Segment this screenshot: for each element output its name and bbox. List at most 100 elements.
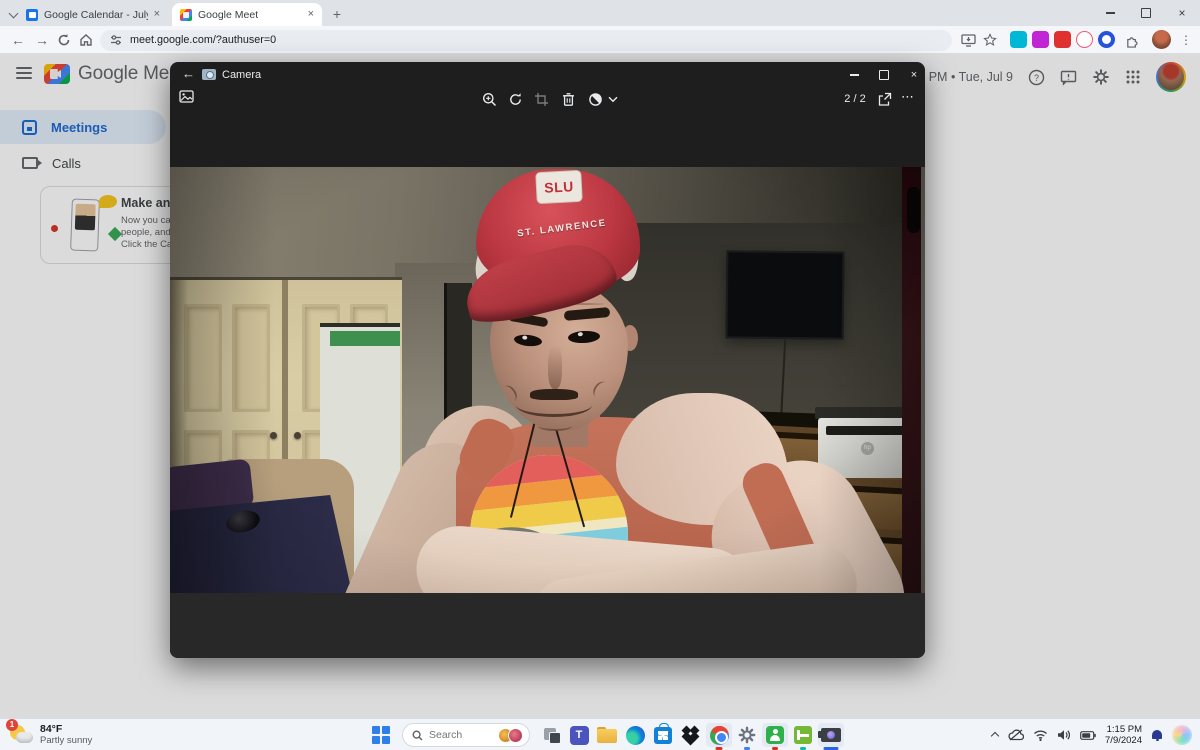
zoom-icon[interactable] — [482, 92, 497, 107]
photo-counter: 2 / 2 — [838, 93, 872, 105]
extension-icon-red[interactable] — [1054, 31, 1071, 48]
camera-bottom-bar — [170, 593, 925, 658]
weather-temp: 84°F — [40, 723, 92, 735]
meet-profile-avatar[interactable] — [1156, 62, 1186, 92]
browser-toolbar: ← → meet.google.com/?authuser=0 ⋮ — [0, 26, 1200, 54]
notification-bell-icon[interactable] — [1151, 729, 1163, 742]
meet-favicon — [180, 9, 192, 21]
camera-maximize-button[interactable] — [876, 68, 892, 82]
home-button[interactable] — [76, 30, 96, 50]
site-settings-icon[interactable] — [110, 34, 122, 46]
help-icon[interactable]: ? — [1028, 69, 1045, 86]
webcam-photo: hp — [170, 167, 925, 593]
sidebar-item-calls[interactable]: Calls — [0, 146, 166, 180]
gear-icon — [738, 726, 756, 744]
tab-close-icon[interactable]: × — [154, 9, 160, 20]
crop-icon[interactable] — [534, 92, 549, 107]
camera-taskbar-icon[interactable] — [818, 723, 844, 747]
copilot-icon[interactable] — [1172, 725, 1192, 745]
tab-google-calendar[interactable]: Google Calendar - July 2024 × — [18, 3, 168, 26]
extension-icon-magenta[interactable] — [1032, 31, 1049, 48]
battery-icon[interactable] — [1080, 731, 1096, 740]
settings-gear-icon[interactable] — [1092, 68, 1110, 86]
promo-illustration — [57, 197, 113, 255]
search-input[interactable] — [429, 729, 487, 741]
weather-condition: Partly sunny — [40, 735, 92, 746]
avatar — [1158, 64, 1184, 90]
feedback-icon[interactable] — [1060, 69, 1077, 86]
dropbox-icon[interactable] — [678, 723, 704, 747]
microsoft-store-icon[interactable] — [650, 723, 676, 747]
meetings-calendar-icon — [22, 120, 37, 135]
extension-icon-pocket[interactable] — [1076, 31, 1093, 48]
desktop: Google Calendar - July 2024 × Google Mee… — [0, 0, 1200, 750]
google-apps-grid-icon[interactable] — [1125, 69, 1141, 85]
photo-vignette — [170, 167, 925, 593]
taskbar-clock[interactable]: 1:15 PM 7/9/2024 — [1105, 724, 1142, 746]
volume-icon[interactable] — [1057, 729, 1071, 741]
new-tab-button[interactable]: + — [328, 5, 346, 23]
browser-menu-kebab-icon[interactable]: ⋮ — [1178, 30, 1194, 50]
promo-text-line: people, and t — [121, 227, 176, 238]
filters-chevron-icon[interactable] — [608, 96, 623, 111]
tab-search-chevron-icon[interactable] — [10, 10, 18, 18]
edge-icon[interactable] — [622, 723, 648, 747]
search-icon — [412, 730, 423, 741]
camera-back-button[interactable]: ← — [182, 66, 195, 81]
tab-title: Google Meet — [198, 9, 258, 21]
start-button[interactable] — [372, 726, 390, 744]
weather-widget[interactable]: 1 84°F Partly sunny — [8, 721, 92, 747]
rotate-icon[interactable] — [508, 92, 523, 107]
tab-google-meet[interactable]: Google Meet × — [172, 3, 322, 26]
url-text: meet.google.com/?authuser=0 — [130, 34, 276, 46]
sidebar-item-label: Calls — [52, 156, 81, 171]
camera-minimize-button[interactable] — [846, 68, 862, 82]
camera-close-button[interactable]: × — [906, 68, 922, 82]
see-more-icon[interactable]: ⋯ — [901, 89, 914, 105]
sidebar-item-meetings[interactable]: Meetings — [0, 110, 166, 144]
app-icon-green-person[interactable] — [762, 723, 788, 747]
promo-text-line: Now you can — [121, 215, 176, 226]
forward-button[interactable]: → — [32, 30, 52, 50]
tray-time: 1:15 PM — [1105, 724, 1142, 735]
install-app-icon[interactable] — [958, 30, 978, 50]
gallery-thumbnail-icon[interactable] — [179, 89, 194, 104]
teams-icon[interactable]: T — [566, 723, 592, 747]
file-explorer-icon[interactable] — [594, 723, 620, 747]
bookmark-star-icon[interactable] — [980, 30, 1000, 50]
browser-profile-avatar[interactable] — [1152, 30, 1171, 49]
promo-text-line: Click the Call — [121, 239, 176, 250]
app-icon-green[interactable] — [790, 723, 816, 747]
extension-icon-blue-circle[interactable] — [1098, 31, 1115, 48]
filters-icon[interactable] — [588, 92, 603, 107]
svg-text:?: ? — [1034, 72, 1039, 82]
main-menu-icon[interactable] — [16, 67, 32, 79]
weather-icon: 1 — [8, 721, 34, 747]
close-button[interactable]: × — [1164, 0, 1200, 26]
taskbar-search[interactable] — [402, 723, 530, 747]
tray-date: 7/9/2024 — [1105, 735, 1142, 746]
settings-icon[interactable] — [734, 723, 760, 747]
sidebar-item-label: Meetings — [51, 120, 107, 135]
camera-window-title: Camera — [222, 69, 261, 81]
minimize-button[interactable] — [1092, 0, 1128, 26]
back-button[interactable]: ← — [8, 30, 28, 50]
tab-close-icon[interactable]: × — [308, 9, 314, 20]
task-view-button[interactable] — [538, 723, 564, 747]
maximize-button[interactable] — [1128, 0, 1164, 26]
meet-logo[interactable]: Google Meet — [44, 63, 185, 85]
reload-button[interactable] — [54, 30, 74, 50]
chrome-icon[interactable] — [706, 723, 732, 747]
meet-logo-icon — [44, 64, 70, 84]
extension-icon-cyan[interactable] — [1010, 31, 1027, 48]
share-icon[interactable] — [877, 92, 892, 107]
tab-title: Google Calendar - July 2024 — [44, 9, 148, 21]
delete-trash-icon[interactable] — [561, 92, 576, 107]
wifi-icon[interactable] — [1033, 730, 1048, 741]
extensions-puzzle-icon[interactable] — [1122, 30, 1142, 50]
meet-app-name: Google Meet — [78, 63, 185, 85]
address-bar[interactable]: meet.google.com/?authuser=0 — [100, 30, 952, 51]
tray-expand-chevron[interactable] — [991, 731, 999, 739]
onedrive-paused-icon[interactable] — [1008, 729, 1024, 741]
weather-badge: 1 — [6, 719, 18, 731]
